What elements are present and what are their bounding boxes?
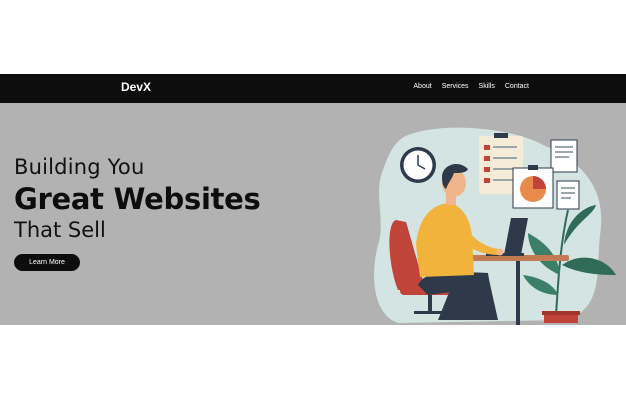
nav-link-contact[interactable]: Contact [505, 83, 529, 90]
brand-logo[interactable]: DevX [121, 80, 151, 94]
nav-link-about[interactable]: About [413, 83, 431, 90]
hero-title-line-2: Great Websites [14, 182, 261, 216]
document-icon [550, 139, 578, 173]
main-nav: About Services Skills Contact [413, 83, 529, 90]
hero-illustration [374, 127, 616, 325]
clock-icon [400, 147, 436, 183]
hero-title-line-3: That Sell [14, 218, 106, 242]
report-icon [556, 180, 580, 210]
learn-more-button[interactable]: Learn More [14, 254, 80, 271]
nav-link-services[interactable]: Services [442, 83, 469, 90]
pie-chart-card-icon [512, 165, 554, 209]
navbar: DevX About Services Skills Contact [0, 74, 626, 103]
hero-title-line-1: Building You [14, 155, 145, 179]
nav-link-skills[interactable]: Skills [479, 83, 495, 90]
hero-section: Building You Great Websites That Sell Le… [0, 103, 626, 325]
